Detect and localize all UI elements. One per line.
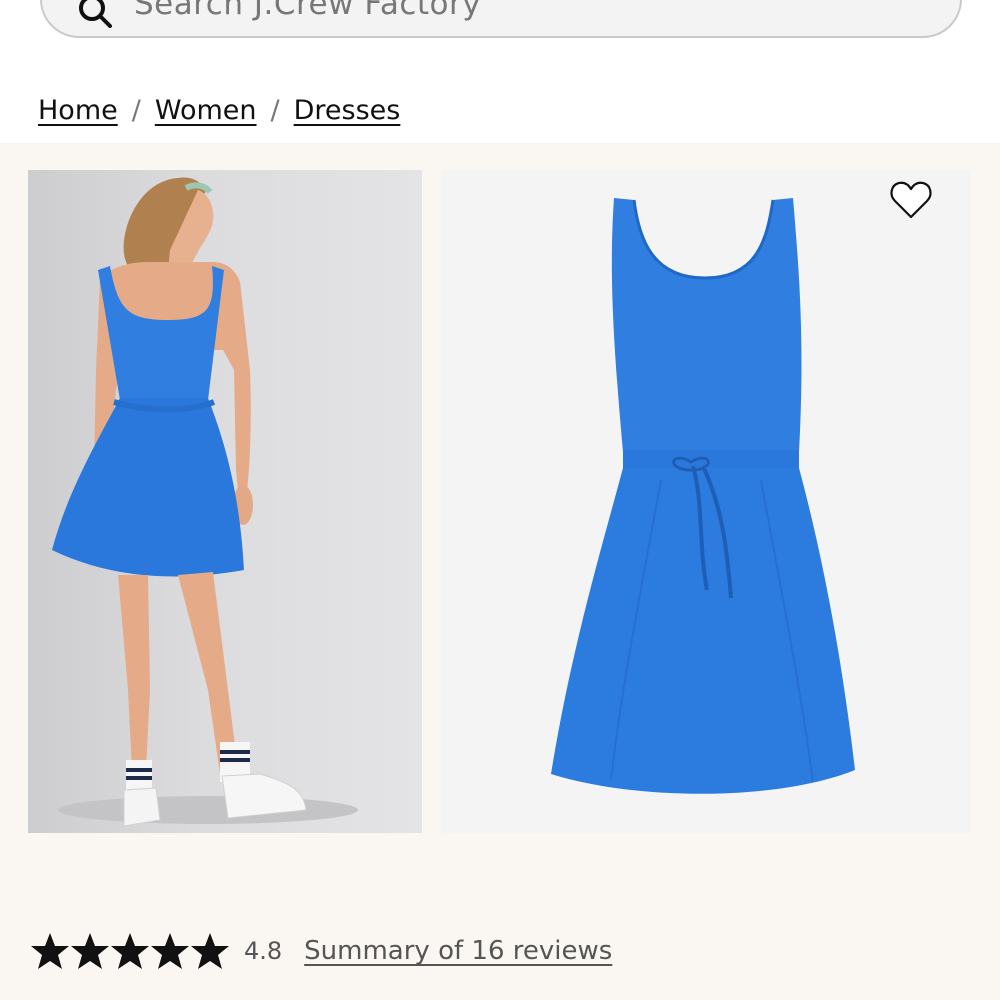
- model-back-view-image[interactable]: [28, 170, 422, 833]
- heart-outline-icon[interactable]: [888, 177, 934, 223]
- star-rating: [30, 931, 230, 971]
- breadcrumb-separator: /: [270, 94, 280, 126]
- search-icon: [79, 0, 112, 28]
- star-icon: [151, 933, 189, 969]
- search-bar[interactable]: Search J.Crew Factory: [40, 0, 962, 38]
- star-icon: [31, 933, 69, 969]
- star-icon: [71, 933, 109, 969]
- star-icon: [111, 933, 149, 969]
- product-gallery: 4.8 Summary of 16 reviews: [0, 143, 1000, 1000]
- breadcrumb-separator: /: [131, 94, 141, 126]
- breadcrumb-women[interactable]: Women: [155, 95, 257, 126]
- breadcrumb: Home / Women / Dresses: [38, 90, 400, 130]
- breadcrumb-home[interactable]: Home: [38, 95, 118, 126]
- reviews-summary-link[interactable]: Summary of 16 reviews: [304, 936, 612, 966]
- search-input[interactable]: Search J.Crew Factory: [134, 0, 481, 22]
- rating-value: 4.8: [244, 937, 283, 965]
- dress-flat-image[interactable]: [441, 170, 971, 833]
- breadcrumb-dresses[interactable]: Dresses: [294, 95, 401, 126]
- reviews-row: 4.8 Summary of 16 reviews: [30, 929, 612, 973]
- star-icon: [191, 933, 229, 969]
